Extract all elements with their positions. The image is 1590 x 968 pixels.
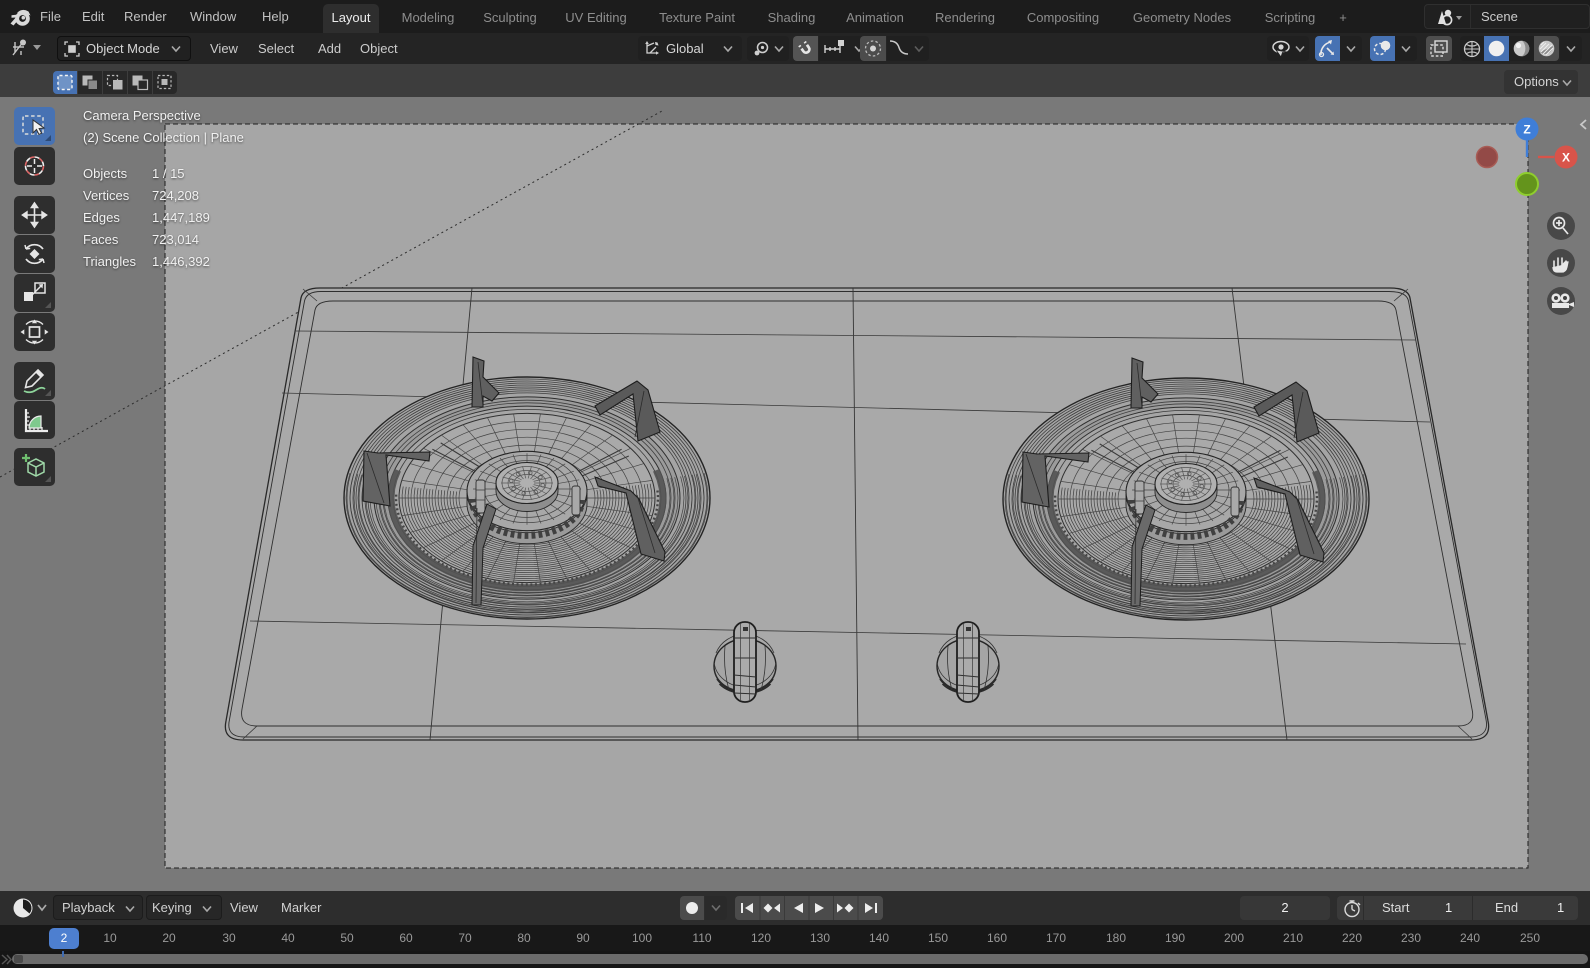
svg-text:Z: Z xyxy=(1523,123,1530,137)
svg-text:X: X xyxy=(1562,151,1570,165)
